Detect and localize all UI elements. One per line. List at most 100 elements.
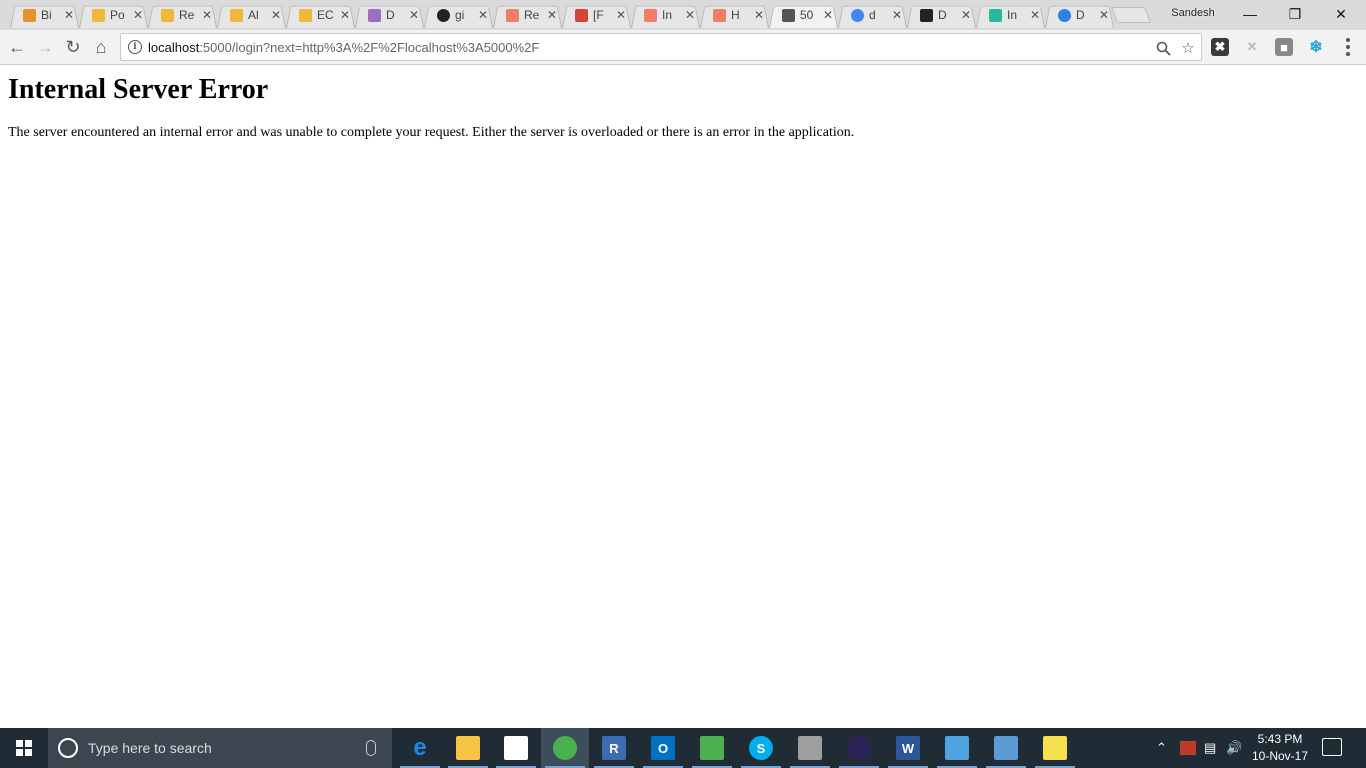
close-tab-icon[interactable]: ✕ xyxy=(339,8,351,22)
tab-title: Bi xyxy=(41,8,52,22)
notifications-icon[interactable] xyxy=(1322,738,1342,756)
close-tab-icon[interactable]: ✕ xyxy=(822,8,834,22)
close-tab-icon[interactable]: ✕ xyxy=(63,8,75,22)
box-icon xyxy=(297,7,313,23)
network-tray-icon[interactable]: ▤ xyxy=(1204,740,1216,756)
browser-tab[interactable]: EC ✕ xyxy=(282,2,351,28)
box-icon xyxy=(90,7,106,23)
skype-icon: S xyxy=(749,736,773,760)
taskbar-app-notepad[interactable] xyxy=(1031,728,1079,768)
bird-icon xyxy=(642,7,658,23)
close-tab-icon[interactable]: ✕ xyxy=(477,8,489,22)
tab-title: [F xyxy=(593,8,604,22)
microphone-icon[interactable] xyxy=(366,740,376,756)
browser-tab[interactable]: D ✕ xyxy=(1041,2,1110,28)
close-tab-icon[interactable]: ✕ xyxy=(270,8,282,22)
vuetify-icon xyxy=(987,7,1003,23)
store-icon xyxy=(504,736,528,760)
taskbar-app-eclipse[interactable] xyxy=(835,728,883,768)
outlook-icon: O xyxy=(651,736,675,760)
taskbar-app-skype[interactable]: S xyxy=(737,728,785,768)
start-button[interactable] xyxy=(0,728,48,768)
close-tab-icon[interactable]: ✕ xyxy=(132,8,144,22)
browser-tab[interactable]: d ✕ xyxy=(834,2,903,28)
minimize-button[interactable]: — xyxy=(1227,0,1273,28)
restore-button[interactable]: ❐ xyxy=(1272,0,1318,28)
taskbar-app-file-explorer[interactable] xyxy=(444,728,492,768)
taskbar-app-chrome[interactable] xyxy=(541,728,589,768)
close-tab-icon[interactable]: ✕ xyxy=(1029,8,1041,22)
taskbar-app-word[interactable]: W xyxy=(884,728,932,768)
browser-tab[interactable]: D ✕ xyxy=(903,2,972,28)
back-button[interactable]: ← xyxy=(4,34,30,60)
browser-tab[interactable]: Al ✕ xyxy=(213,2,282,28)
zoom-button[interactable] xyxy=(1153,38,1173,58)
browser-tab[interactable]: Bi ✕ xyxy=(6,2,75,28)
url-text[interactable]: localhost:5000/login?next=http%3A%2F%2Fl… xyxy=(148,40,539,55)
volume-icon[interactable]: 🔊 xyxy=(1226,740,1242,756)
profile-button[interactable]: Sandesh xyxy=(1160,7,1226,19)
browser-tab[interactable]: 50 ✕ xyxy=(765,2,834,28)
circle-icon xyxy=(1056,7,1072,23)
tab-title: Al xyxy=(248,8,259,22)
url-path: :5000/login?next=http%3A%2F%2Flocalhost%… xyxy=(199,40,540,55)
browser-toolbar: ← → ↻ ⌂ i localhost:5000/login?next=http… xyxy=(0,30,1366,65)
close-tab-icon[interactable]: ✕ xyxy=(960,8,972,22)
search-placeholder: Type here to search xyxy=(88,740,212,756)
medium-icon xyxy=(918,7,934,23)
close-tab-icon[interactable]: ✕ xyxy=(891,8,903,22)
close-tab-icon[interactable]: ✕ xyxy=(546,8,558,22)
browser-tab[interactable]: Re ✕ xyxy=(144,2,213,28)
tab-title: gi xyxy=(455,8,465,22)
taskbar-app-r[interactable]: R xyxy=(590,728,638,768)
browser-tab[interactable]: In ✕ xyxy=(627,2,696,28)
browser-tab[interactable]: Re ✕ xyxy=(489,2,558,28)
close-tab-icon[interactable]: ✕ xyxy=(684,8,696,22)
browser-tab[interactable]: gi ✕ xyxy=(420,2,489,28)
close-tab-icon[interactable]: ✕ xyxy=(615,8,627,22)
browser-tab[interactable]: H ✕ xyxy=(696,2,765,28)
tab-title: Re xyxy=(524,8,540,22)
taskbar-app-project[interactable] xyxy=(688,728,736,768)
extension-x-icon[interactable]: ✖ xyxy=(1211,38,1229,56)
chrome-menu-button[interactable] xyxy=(1338,35,1358,59)
taskbar-app-store[interactable] xyxy=(492,728,540,768)
reload-button[interactable]: ↻ xyxy=(60,34,86,60)
browser-tab[interactable]: Po ✕ xyxy=(75,2,144,28)
tab-title: In xyxy=(662,8,673,22)
arrow-right-icon: → xyxy=(36,36,54,57)
page-icon xyxy=(780,7,796,23)
close-tab-icon[interactable]: ✕ xyxy=(1098,8,1110,22)
edge-icon: e xyxy=(413,734,427,761)
close-tab-icon[interactable]: ✕ xyxy=(408,8,420,22)
tab-title: Re xyxy=(179,8,195,22)
browser-tab[interactable]: [F ✕ xyxy=(558,2,627,28)
home-button[interactable]: ⌂ xyxy=(88,34,114,60)
taskbar-app-network[interactable] xyxy=(982,728,1030,768)
box-icon xyxy=(21,7,37,23)
flag-icon[interactable] xyxy=(1180,741,1196,755)
tab-list: Bi ✕ Po ✕ Re ✕ Al ✕ EC ✕ D ✕ gi ✕ Re ✕ [F ✕ In ✕ H ✕ 50 ✕ d ✕ D ✕ In… xyxy=(6,2,1110,30)
close-tab-icon[interactable]: ✕ xyxy=(753,8,765,22)
close-tab-icon[interactable]: ✕ xyxy=(201,8,213,22)
info-icon[interactable]: i xyxy=(128,40,142,54)
search-box[interactable]: Type here to search xyxy=(48,728,392,768)
extension-square-icon[interactable]: ■ xyxy=(1275,38,1293,56)
chevron-up-icon[interactable]: ⌃ xyxy=(1156,740,1167,756)
tab-title: 50 xyxy=(800,8,814,22)
close-window-button[interactable]: ✕ xyxy=(1318,0,1364,28)
taskbar-app-edge[interactable]: e xyxy=(396,728,444,768)
clock[interactable]: 5:43 PM 10-Nov-17 xyxy=(1246,731,1314,765)
address-bar[interactable]: i localhost:5000/login?next=http%3A%2F%2… xyxy=(120,33,1202,61)
browser-tab[interactable]: D ✕ xyxy=(351,2,420,28)
extension-cross-icon[interactable]: ✕ xyxy=(1243,38,1261,56)
taskbar-app-terminal[interactable] xyxy=(786,728,834,768)
taskbar-app-outlook[interactable]: O xyxy=(639,728,687,768)
snowflake-icon[interactable]: ❄ xyxy=(1307,38,1325,56)
new-tab-button[interactable] xyxy=(1111,7,1151,23)
taskbar-app-control-panel[interactable] xyxy=(933,728,981,768)
browser-tab[interactable]: In ✕ xyxy=(972,2,1041,28)
forward-button[interactable]: → xyxy=(32,34,58,60)
reload-icon: ↻ xyxy=(65,36,81,57)
bookmark-button[interactable]: ☆ xyxy=(1178,38,1198,58)
